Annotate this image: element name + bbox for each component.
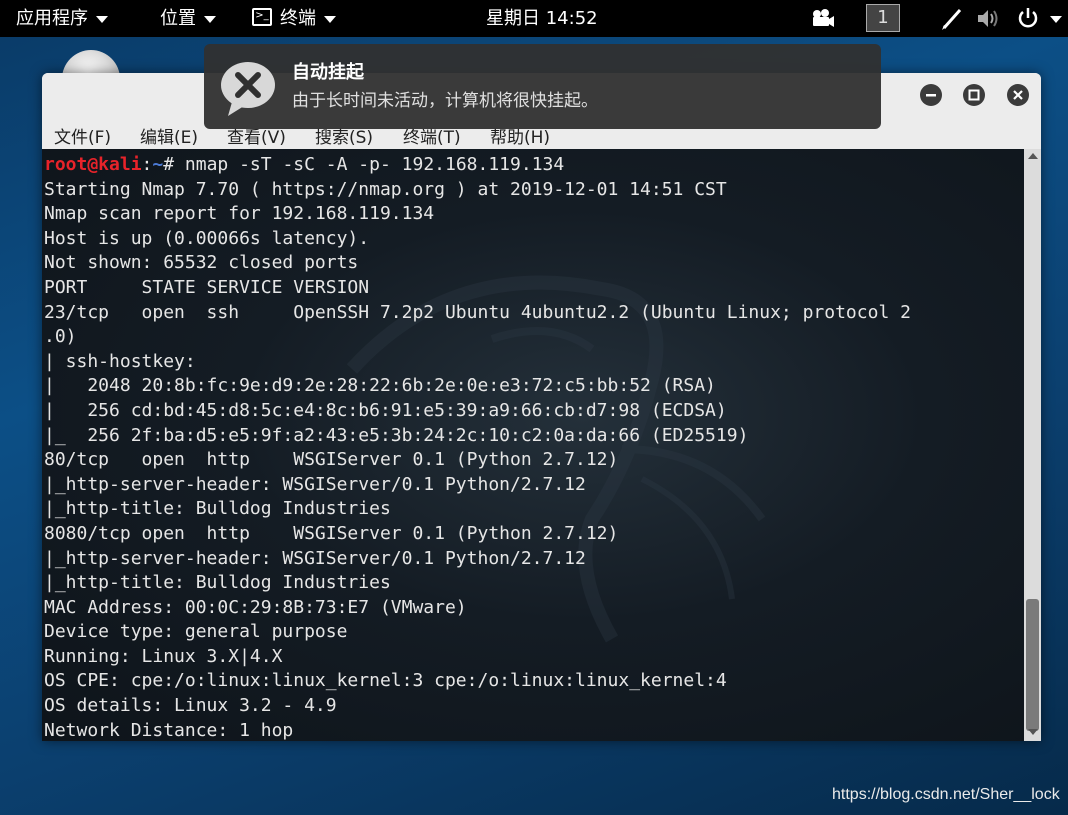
applications-label: 应用程序	[16, 8, 88, 29]
output-line: OS details: Linux 3.2 - 4.9	[44, 695, 337, 717]
places-menu[interactable]: 位置	[160, 0, 216, 37]
close-button[interactable]	[1007, 84, 1029, 106]
pen-icon[interactable]	[940, 0, 964, 37]
prompt-sep: :	[141, 154, 153, 175]
terminal-window[interactable]: 文件(F) 编辑(E) 查看(V) 搜索(S) 终端(T) 帮助(H) root…	[42, 73, 1041, 741]
power-icon[interactable]	[1016, 0, 1040, 37]
maximize-button[interactable]	[963, 84, 985, 106]
notification-body: 由于长时间未活动，计算机将很快挂起。	[292, 91, 598, 111]
notification-warning-icon	[221, 62, 275, 116]
video-camera-icon[interactable]	[810, 0, 834, 37]
terminal-output[interactable]: root@kali:~# nmap -sT -sC -A -p- 192.168…	[42, 149, 1024, 741]
output-line: 8080/tcp open http WSGIServer 0.1 (Pytho…	[44, 522, 619, 544]
minimize-button[interactable]	[920, 84, 942, 106]
notification-title: 自动挂起	[292, 62, 364, 83]
output-line: Host is up (0.00066s latency).	[44, 227, 370, 249]
output-line: MAC Address: 00:0C:29:8B:73:E7 (VMware)	[44, 596, 467, 618]
output-line: Nmap scan report for 192.168.119.134	[44, 203, 435, 225]
chevron-down-icon	[204, 15, 216, 23]
terminal-icon: >_	[252, 8, 272, 26]
output-line: Starting Nmap 7.70 ( https://nmap.org ) …	[44, 178, 727, 200]
output-line: Device type: general purpose	[44, 621, 348, 643]
chevron-down-icon	[96, 15, 108, 23]
output-line: Network Distance: 1 hop	[44, 719, 294, 741]
command-text: # nmap -sT -sC -A -p- 192.168.119.134	[163, 154, 565, 175]
scroll-down-arrow-icon[interactable]	[1028, 729, 1038, 735]
system-menu-chevron[interactable]	[1046, 0, 1062, 37]
output-line: |_http-title: Bulldog Industries	[44, 572, 391, 594]
output-line: Running: Linux 3.X|4.X	[44, 645, 283, 667]
output-line: |_ 256 2f:ba:d5:e5:9f:a2:43:e5:3b:24:2c:…	[44, 424, 749, 446]
terminal-app-menu[interactable]: >_ 终端	[252, 0, 336, 37]
menu-edit[interactable]: 编辑(E)	[140, 123, 198, 148]
output-line: |_http-title: Bulldog Industries	[44, 498, 391, 520]
applications-menu[interactable]: 应用程序	[16, 0, 108, 37]
output-line: PORT STATE SERVICE VERSION	[44, 276, 370, 298]
prompt-line: root@kali:~# nmap -sT -sC -A -p- 192.168…	[44, 153, 911, 178]
menu-file[interactable]: 文件(F)	[54, 123, 111, 148]
output-line: 80/tcp open http WSGIServer 0.1 (Python …	[44, 449, 619, 471]
output-line: |_http-server-header: WSGIServer/0.1 Pyt…	[44, 547, 586, 569]
places-label: 位置	[160, 8, 196, 29]
output-line: | 256 cd:bd:45:d8:5c:e4:8c:b6:91:e5:39:a…	[44, 399, 727, 421]
output-line: Not shown: 65532 closed ports	[44, 252, 359, 274]
output-line: | ssh-hostkey:	[44, 350, 207, 372]
scroll-up-arrow-icon[interactable]	[1028, 153, 1038, 159]
clock[interactable]: 星期日 14:52	[486, 0, 598, 37]
chevron-down-icon	[324, 15, 336, 23]
prompt-path: ~	[152, 154, 164, 175]
terminal-lines: root@kali:~# nmap -sT -sC -A -p- 192.168…	[44, 153, 911, 741]
terminal-app-label: 终端	[280, 8, 316, 29]
watermark-text: https://blog.csdn.net/Sher__lock	[832, 786, 1060, 803]
terminal-scrollbar[interactable]	[1024, 149, 1041, 741]
output-line: .0)	[44, 326, 77, 348]
top-panel: 应用程序 位置 >_ 终端 星期日 14:52 1	[0, 0, 1068, 37]
suspend-notification[interactable]: 自动挂起 由于长时间未活动，计算机将很快挂起。	[204, 44, 881, 129]
output-line: OS CPE: cpe:/o:linux:linux_kernel:3 cpe:…	[44, 670, 727, 692]
scroll-thumb[interactable]	[1026, 599, 1039, 731]
output-line: | 2048 20:8b:fc:9e:d9:2e:28:22:6b:2e:0e:…	[44, 375, 716, 397]
workspace-indicator[interactable]: 1	[866, 4, 900, 32]
volume-icon[interactable]	[976, 0, 1002, 37]
prompt-user: root@kali	[44, 154, 142, 175]
output-line: |_http-server-header: WSGIServer/0.1 Pyt…	[44, 473, 586, 495]
chevron-down-icon	[1050, 15, 1062, 23]
output-line: 23/tcp open ssh OpenSSH 7.2p2 Ubuntu 4ub…	[44, 301, 911, 323]
